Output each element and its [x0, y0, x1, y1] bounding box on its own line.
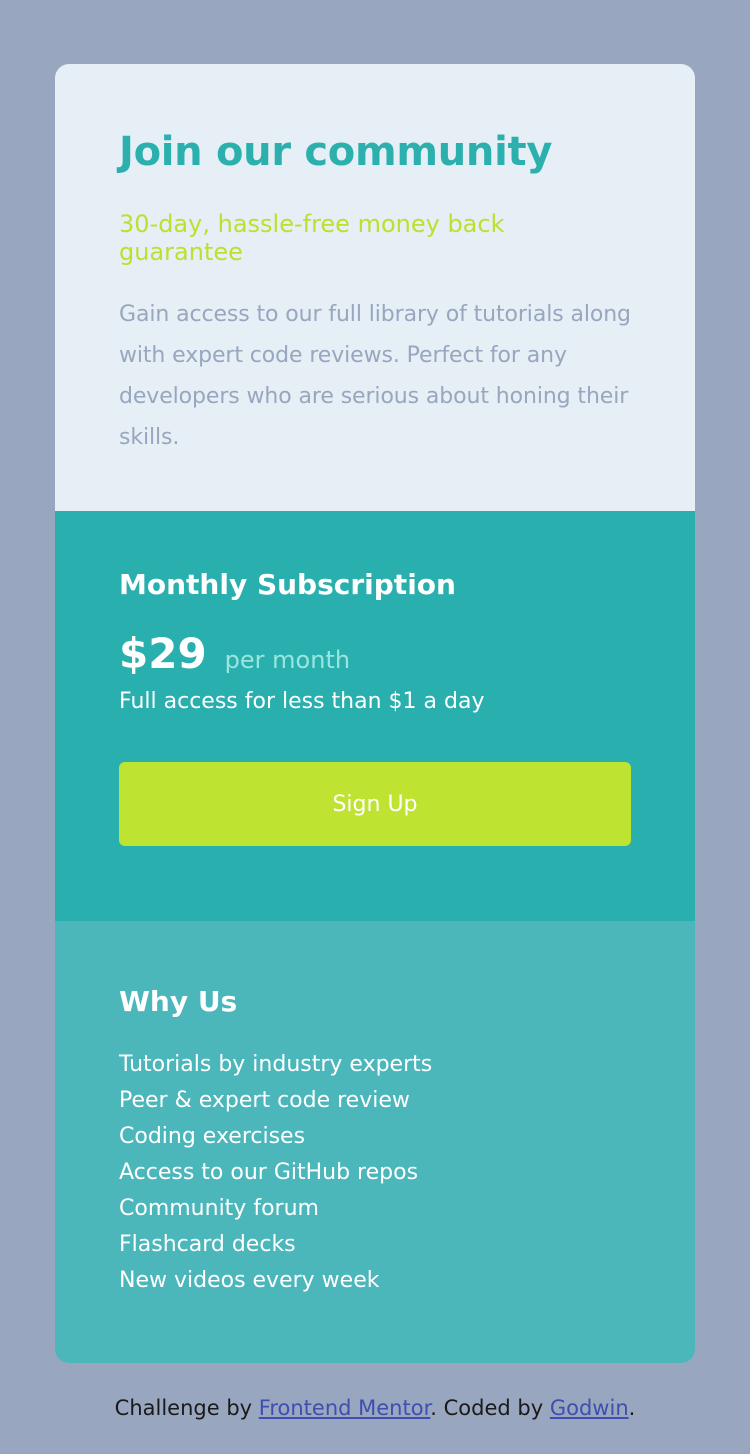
why-us-title: Why Us	[119, 985, 238, 1018]
intro-description: Gain access to our full library of tutor…	[119, 302, 631, 450]
community-card: Join our community 30-day, hassle-free m…	[55, 64, 695, 1363]
page-title: Join our community	[119, 129, 553, 175]
guarantee-subtitle: 30-day, hassle-free money back guarantee	[119, 210, 505, 266]
attribution-footer: Challenge by Frontend Mentor. Coded by G…	[0, 1388, 750, 1428]
footer-prefix: Challenge by	[114, 1396, 253, 1420]
list-item: Coding exercises	[119, 1124, 306, 1149]
footer-middle: . Coded by	[430, 1396, 544, 1420]
list-item: Access to our GitHub repos	[119, 1160, 419, 1185]
why-us-list: Tutorials by industry experts Peer & exp…	[119, 1047, 631, 1299]
list-item: Flashcard decks	[119, 1232, 296, 1257]
intro-section: Join our community 30-day, hassle-free m…	[55, 64, 695, 511]
access-note: Full access for less than $1 a day	[119, 689, 485, 714]
price-row: $29 per month	[119, 630, 631, 678]
subscription-title: Monthly Subscription	[119, 568, 456, 601]
list-item: Tutorials by industry experts	[119, 1052, 433, 1077]
why-us-section: Why Us Tutorials by industry experts Pee…	[55, 921, 695, 1363]
price-period: per month	[224, 646, 351, 674]
list-item: Community forum	[119, 1196, 319, 1221]
subscription-section: Monthly Subscription $29 per month Full …	[55, 511, 695, 921]
author-link[interactable]: Godwin	[550, 1396, 629, 1420]
price-amount: $29	[119, 629, 207, 678]
list-item: Peer & expert code review	[119, 1088, 410, 1113]
footer-suffix: .	[628, 1396, 636, 1420]
frontend-mentor-link[interactable]: Frontend Mentor	[259, 1396, 431, 1420]
sign-up-button[interactable]: Sign Up	[119, 762, 631, 846]
list-item: New videos every week	[119, 1268, 380, 1293]
